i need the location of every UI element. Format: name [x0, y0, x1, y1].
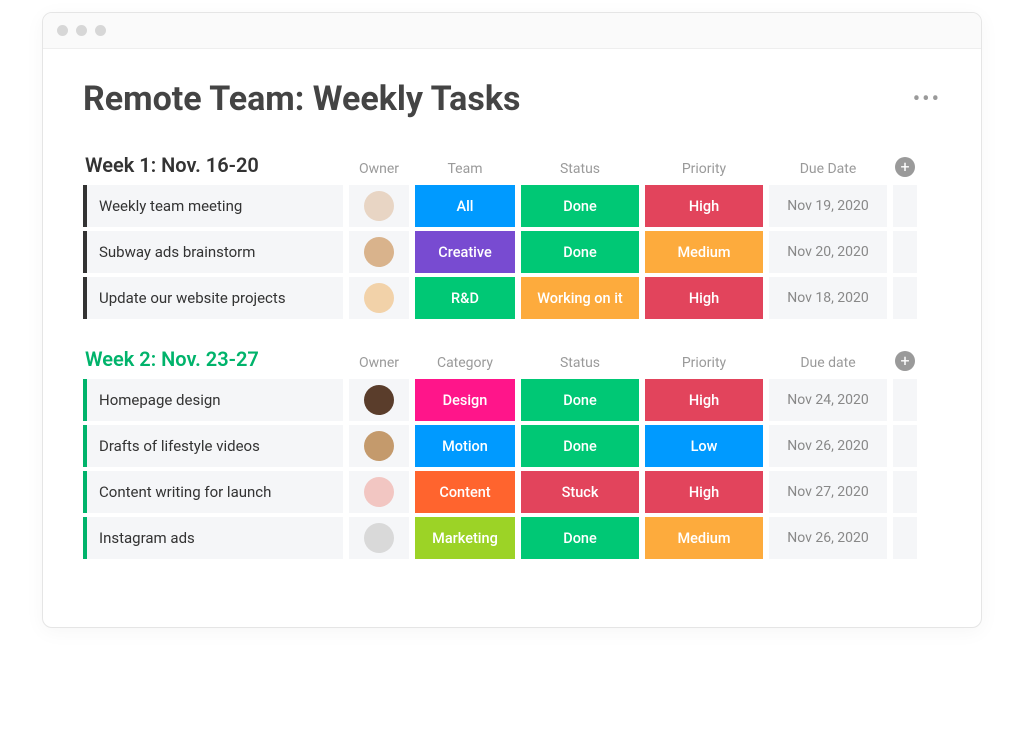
row-end-cell	[893, 379, 917, 421]
row-end-cell	[893, 517, 917, 559]
row-end-cell	[893, 231, 917, 273]
column-header-category[interactable]: Category	[415, 355, 515, 371]
task-name: Weekly team meeting	[99, 197, 242, 215]
priority-cell[interactable]: High	[645, 277, 763, 319]
table-row[interactable]: Subway ads brainstorm Creative Done Medi…	[83, 231, 941, 273]
task-name-cell[interactable]: Content writing for launch	[83, 471, 343, 513]
avatar	[364, 523, 394, 553]
task-name: Content writing for launch	[99, 483, 271, 501]
category-cell[interactable]: Motion	[415, 425, 515, 467]
board-header: Remote Team: Weekly Tasks •••	[83, 79, 941, 119]
avatar	[364, 237, 394, 267]
group-title[interactable]: Week 1: Nov. 16-20	[83, 153, 343, 177]
column-header-team[interactable]: Team	[415, 161, 515, 177]
owner-cell[interactable]	[349, 471, 409, 513]
table-row[interactable]: Homepage design Design Done High Nov 24,…	[83, 379, 941, 421]
due-date-cell[interactable]: Nov 26, 2020	[769, 425, 887, 467]
column-header-owner[interactable]: Owner	[349, 355, 409, 371]
table-row[interactable]: Instagram ads Marketing Done Medium Nov …	[83, 517, 941, 559]
avatar	[364, 477, 394, 507]
window-titlebar	[43, 13, 981, 49]
priority-cell[interactable]: Medium	[645, 231, 763, 273]
avatar	[364, 191, 394, 221]
status-cell[interactable]: Done	[521, 185, 639, 227]
category-cell[interactable]: Content	[415, 471, 515, 513]
team-cell[interactable]: Creative	[415, 231, 515, 273]
task-name-cell[interactable]: Weekly team meeting	[83, 185, 343, 227]
status-cell[interactable]: Done	[521, 379, 639, 421]
column-header-due[interactable]: Due Date	[769, 161, 887, 177]
due-date-cell[interactable]: Nov 24, 2020	[769, 379, 887, 421]
group-title[interactable]: Week 2: Nov. 23-27	[83, 347, 343, 371]
team-cell[interactable]: R&D	[415, 277, 515, 319]
priority-cell[interactable]: High	[645, 379, 763, 421]
owner-cell[interactable]	[349, 425, 409, 467]
category-cell[interactable]: Marketing	[415, 517, 515, 559]
row-end-cell	[893, 425, 917, 467]
status-cell[interactable]: Done	[521, 425, 639, 467]
group-header: Week 1: Nov. 16-20 Owner Team Status Pri…	[83, 153, 941, 185]
status-cell[interactable]: Stuck	[521, 471, 639, 513]
owner-cell[interactable]	[349, 517, 409, 559]
window-control-dot[interactable]	[57, 25, 68, 36]
row-end-cell	[893, 471, 917, 513]
owner-cell[interactable]	[349, 185, 409, 227]
avatar	[364, 431, 394, 461]
page-title: Remote Team: Weekly Tasks	[83, 79, 520, 119]
column-header-status[interactable]: Status	[521, 161, 639, 177]
column-header-owner[interactable]: Owner	[349, 161, 409, 177]
priority-cell[interactable]: High	[645, 185, 763, 227]
due-date-cell[interactable]: Nov 27, 2020	[769, 471, 887, 513]
status-cell[interactable]: Done	[521, 231, 639, 273]
app-window: Remote Team: Weekly Tasks ••• Week 1: No…	[42, 12, 982, 628]
due-date-cell[interactable]: Nov 18, 2020	[769, 277, 887, 319]
task-name-cell[interactable]: Drafts of lifestyle videos	[83, 425, 343, 467]
avatar	[364, 385, 394, 415]
row-end-cell	[893, 277, 917, 319]
table-row[interactable]: Weekly team meeting All Done High Nov 19…	[83, 185, 941, 227]
category-cell[interactable]: Design	[415, 379, 515, 421]
status-cell[interactable]: Working on it	[521, 277, 639, 319]
task-name-cell[interactable]: Homepage design	[83, 379, 343, 421]
due-date-cell[interactable]: Nov 20, 2020	[769, 231, 887, 273]
priority-cell[interactable]: Medium	[645, 517, 763, 559]
group-header: Week 2: Nov. 23-27 Owner Category Status…	[83, 347, 941, 379]
table-row[interactable]: Update our website projects R&D Working …	[83, 277, 941, 319]
priority-cell[interactable]: High	[645, 471, 763, 513]
add-column-button[interactable]: +	[895, 351, 915, 371]
board-content: Remote Team: Weekly Tasks ••• Week 1: No…	[43, 49, 981, 627]
column-header-priority[interactable]: Priority	[645, 161, 763, 177]
table-row[interactable]: Content writing for launch Content Stuck…	[83, 471, 941, 513]
column-header-priority[interactable]: Priority	[645, 355, 763, 371]
row-end-cell	[893, 185, 917, 227]
priority-cell[interactable]: Low	[645, 425, 763, 467]
owner-cell[interactable]	[349, 379, 409, 421]
window-control-dot[interactable]	[76, 25, 87, 36]
task-name-cell[interactable]: Subway ads brainstorm	[83, 231, 343, 273]
status-cell[interactable]: Done	[521, 517, 639, 559]
column-header-due[interactable]: Due date	[769, 355, 887, 371]
owner-cell[interactable]	[349, 277, 409, 319]
add-column-button[interactable]: +	[895, 157, 915, 177]
task-name-cell[interactable]: Update our website projects	[83, 277, 343, 319]
group-week1: Week 1: Nov. 16-20 Owner Team Status Pri…	[83, 153, 941, 319]
owner-cell[interactable]	[349, 231, 409, 273]
due-date-cell[interactable]: Nov 26, 2020	[769, 517, 887, 559]
avatar	[364, 283, 394, 313]
task-name-cell[interactable]: Instagram ads	[83, 517, 343, 559]
group-week2: Week 2: Nov. 23-27 Owner Category Status…	[83, 347, 941, 559]
board-more-button[interactable]: •••	[913, 87, 941, 112]
task-name: Subway ads brainstorm	[99, 243, 255, 261]
task-name: Instagram ads	[99, 529, 195, 547]
task-name: Homepage design	[99, 391, 221, 409]
due-date-cell[interactable]: Nov 19, 2020	[769, 185, 887, 227]
column-header-status[interactable]: Status	[521, 355, 639, 371]
task-name: Drafts of lifestyle videos	[99, 437, 260, 455]
table-row[interactable]: Drafts of lifestyle videos Motion Done L…	[83, 425, 941, 467]
window-control-dot[interactable]	[95, 25, 106, 36]
team-cell[interactable]: All	[415, 185, 515, 227]
task-name: Update our website projects	[99, 289, 286, 307]
